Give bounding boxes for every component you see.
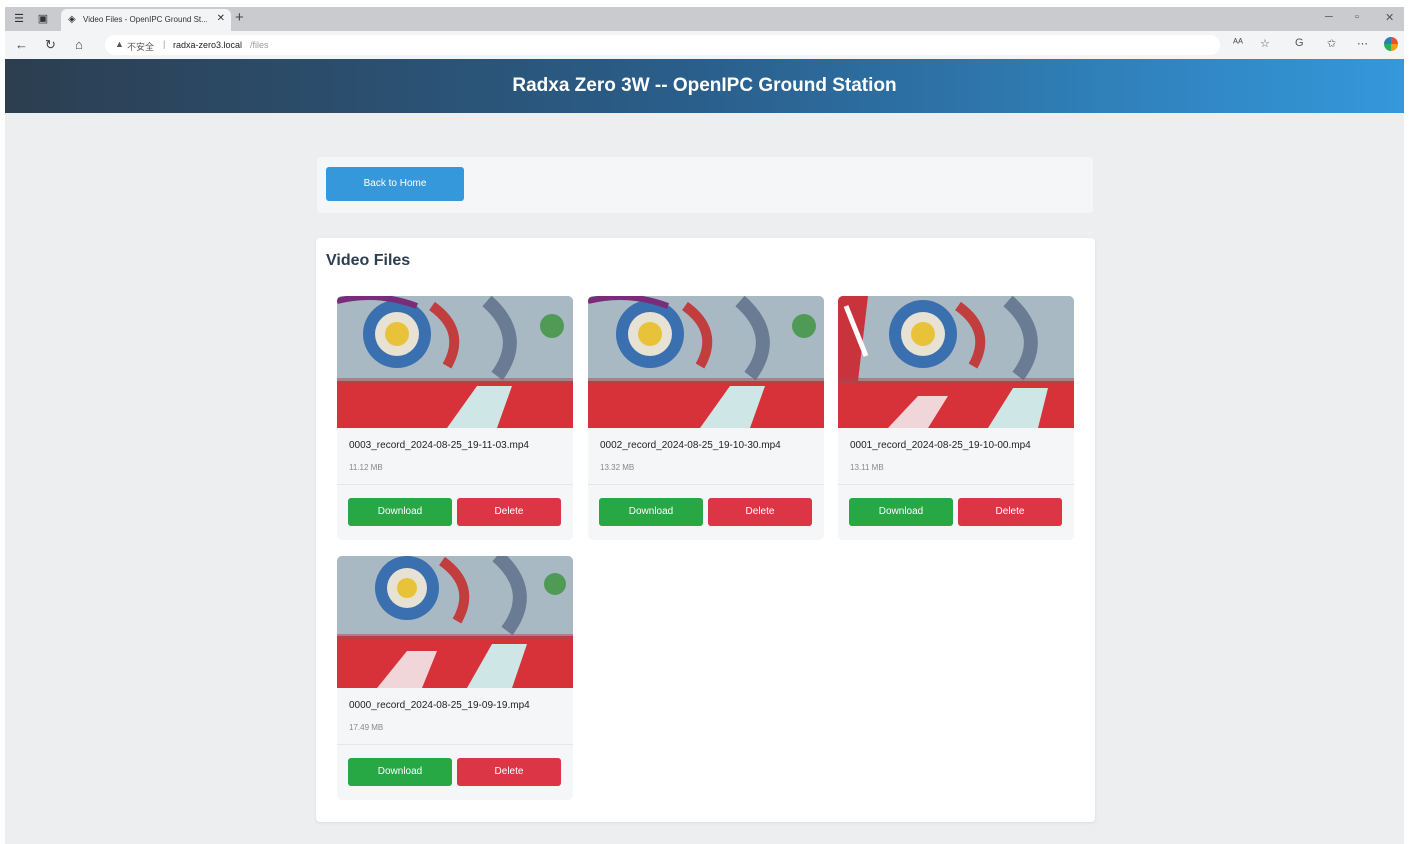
url-path: /files bbox=[250, 40, 269, 50]
video-card: 0003_record_2024-08-25_19-11-03.mp4 11.1… bbox=[337, 296, 573, 540]
delete-button[interactable]: Delete bbox=[708, 498, 812, 526]
video-card: 0001_record_2024-08-25_19-10-00.mp4 13.1… bbox=[838, 296, 1074, 540]
video-thumbnail[interactable] bbox=[337, 556, 573, 688]
file-name: 0001_record_2024-08-25_19-10-00.mp4 bbox=[850, 440, 1031, 451]
address-bar[interactable]: ▲ 不安全 | radxa-zero3.local /files bbox=[105, 35, 1220, 55]
card-divider bbox=[337, 744, 573, 745]
favorite-star-icon[interactable]: ☆ bbox=[1260, 37, 1270, 50]
nav-card: Back to Home bbox=[317, 157, 1093, 213]
video-thumbnail[interactable] bbox=[838, 296, 1074, 428]
file-size: 11.12 MB bbox=[349, 463, 383, 472]
download-button[interactable]: Download bbox=[348, 758, 452, 786]
file-size: 13.11 MB bbox=[850, 463, 884, 472]
video-thumbnail[interactable] bbox=[588, 296, 824, 428]
browser-window: ☰ ▣ ◈ Video Files - OpenIPC Ground St...… bbox=[5, 7, 1404, 844]
site-header: Radxa Zero 3W -- OpenIPC Ground Station bbox=[5, 59, 1404, 113]
maximize-icon[interactable]: ▫ bbox=[1355, 11, 1359, 23]
file-name: 0003_record_2024-08-25_19-11-03.mp4 bbox=[349, 440, 529, 451]
navigation-bar: ← ↻ ⌂ ▲ 不安全 | radxa-zero3.local /files ᴬ… bbox=[5, 31, 1404, 59]
home-icon[interactable]: ⌂ bbox=[75, 37, 83, 52]
tab-actions-icon[interactable]: ▣ bbox=[35, 11, 51, 27]
more-icon[interactable]: ⋯ bbox=[1357, 37, 1368, 50]
back-icon[interactable]: ← bbox=[15, 37, 28, 52]
close-window-icon[interactable]: ✕ bbox=[1385, 11, 1394, 24]
card-divider bbox=[337, 484, 573, 485]
file-size: 13.32 MB bbox=[600, 463, 635, 472]
warning-icon[interactable]: ▲ bbox=[115, 39, 124, 49]
delete-button[interactable]: Delete bbox=[457, 758, 561, 786]
file-name: 0002_record_2024-08-25_19-10-30.mp4 bbox=[600, 440, 781, 451]
file-size: 17.49 MB bbox=[349, 723, 384, 732]
tab-title: Video Files - OpenIPC Ground St... bbox=[83, 15, 207, 24]
download-button[interactable]: Download bbox=[849, 498, 953, 526]
tab-bar: ☰ ▣ ◈ Video Files - OpenIPC Ground St...… bbox=[5, 7, 1404, 31]
video-files-card: Video Files 0003_record_2024-08-25_19-11… bbox=[316, 238, 1095, 822]
back-to-home-button[interactable]: Back to Home bbox=[326, 167, 464, 201]
site-favicon-icon: ◈ bbox=[68, 14, 76, 25]
security-label[interactable]: 不安全 bbox=[127, 40, 154, 53]
tab-video-files[interactable]: ◈ Video Files - OpenIPC Ground St... ✕ bbox=[61, 9, 231, 31]
page-content: Radxa Zero 3W -- OpenIPC Ground Station … bbox=[5, 59, 1404, 844]
copilot-icon[interactable] bbox=[1384, 37, 1398, 51]
close-tab-icon[interactable]: ✕ bbox=[217, 13, 225, 24]
video-card: 0002_record_2024-08-25_19-10-30.mp4 13.3… bbox=[588, 296, 824, 540]
extension-icon[interactable]: G bbox=[1295, 37, 1304, 49]
card-divider bbox=[838, 484, 1074, 485]
page-title: Radxa Zero 3W -- OpenIPC Ground Station bbox=[512, 75, 897, 96]
video-card: 0000_record_2024-08-25_19-09-19.mp4 17.4… bbox=[337, 556, 573, 800]
section-heading: Video Files bbox=[326, 252, 411, 269]
video-thumbnail[interactable] bbox=[337, 296, 573, 428]
favorites-icon[interactable]: ✩ bbox=[1327, 37, 1336, 50]
url-separator: | bbox=[163, 39, 166, 49]
profile-menu-icon[interactable]: ☰ bbox=[11, 11, 27, 27]
download-button[interactable]: Download bbox=[599, 498, 703, 526]
new-tab-icon[interactable]: + bbox=[235, 9, 244, 26]
read-aloud-icon[interactable]: ᴬᴬ bbox=[1233, 37, 1243, 49]
delete-button[interactable]: Delete bbox=[958, 498, 1062, 526]
minimize-icon[interactable]: ─ bbox=[1325, 11, 1333, 23]
delete-button[interactable]: Delete bbox=[457, 498, 561, 526]
refresh-icon[interactable]: ↻ bbox=[45, 37, 56, 53]
file-name: 0000_record_2024-08-25_19-09-19.mp4 bbox=[349, 700, 530, 711]
card-divider bbox=[588, 484, 824, 485]
download-button[interactable]: Download bbox=[348, 498, 452, 526]
url-host: radxa-zero3.local bbox=[173, 40, 243, 50]
